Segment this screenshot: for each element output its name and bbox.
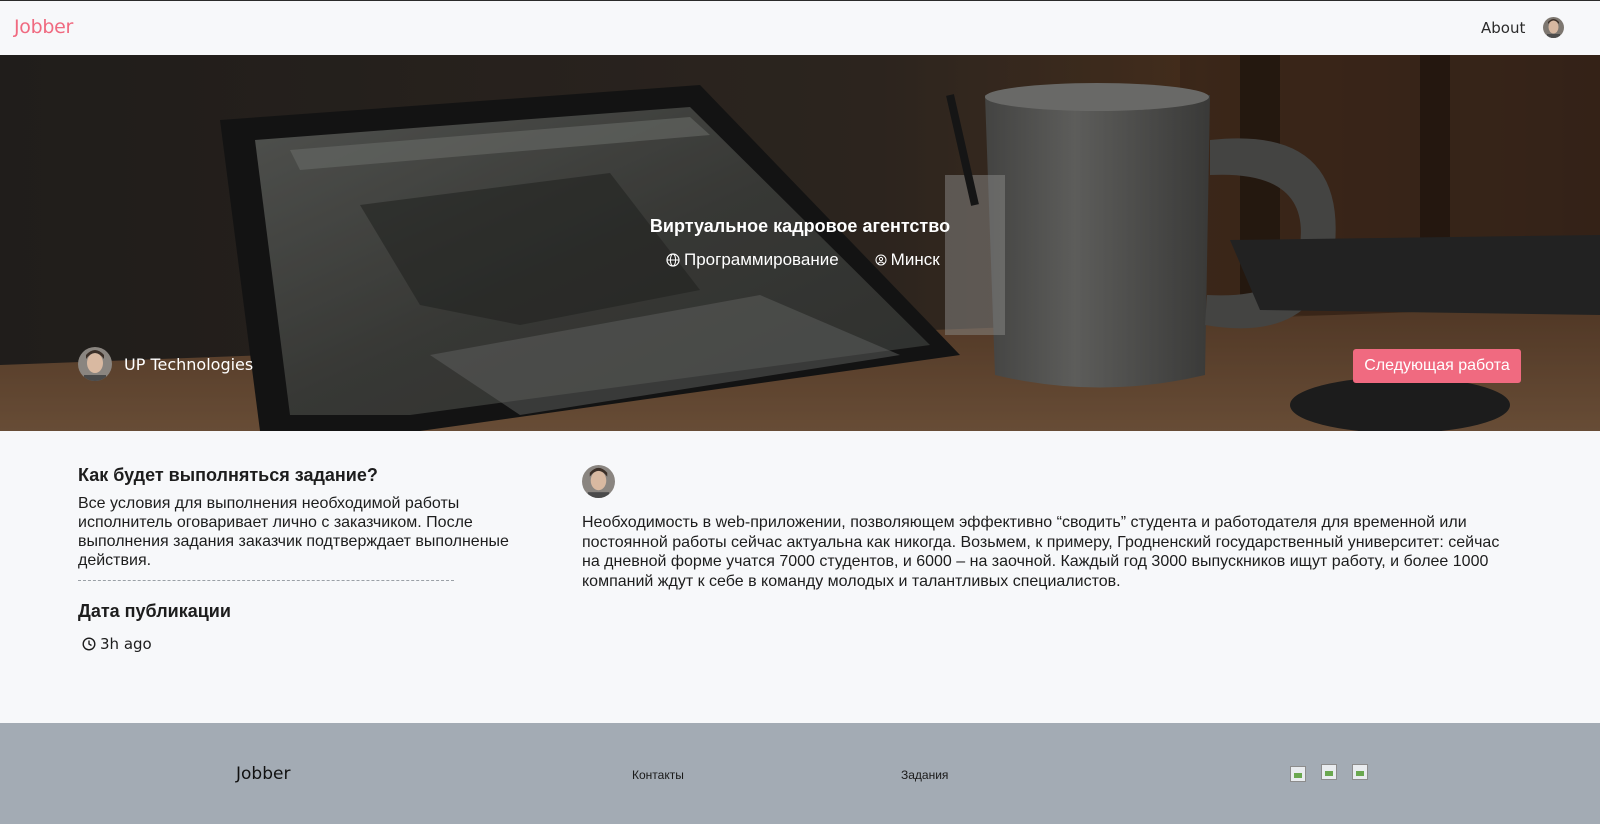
hero-banner: Виртуальное кадровое агентство Программи…: [0, 55, 1600, 431]
nav-about-link[interactable]: About: [1481, 19, 1525, 37]
footer-link-contacts[interactable]: Контакты: [632, 768, 684, 782]
footer: Jobber Контакты Задания: [0, 723, 1600, 824]
company-name[interactable]: UP Technologies: [124, 355, 253, 374]
social-icon-1-broken-image-icon[interactable]: [1290, 766, 1306, 782]
job-location: Минск: [875, 250, 940, 270]
logo[interactable]: Jobber: [14, 16, 73, 38]
company-info[interactable]: UP Technologies: [78, 347, 253, 381]
job-description: Необходимость в web-приложении, позволяю…: [582, 514, 1500, 590]
task-conditions: Как будет выполняться задание? Все услов…: [78, 465, 538, 570]
job-city-label: Минск: [890, 250, 940, 269]
social-icon-2-broken-image-icon[interactable]: [1321, 764, 1337, 780]
next-job-button[interactable]: Следующая работа: [1353, 349, 1521, 383]
globe-icon: [666, 253, 680, 267]
footer-logo[interactable]: Jobber: [236, 764, 290, 784]
publication-title: Дата публикации: [78, 601, 231, 621]
social-icons: [1290, 764, 1383, 782]
company-avatar: [78, 347, 112, 381]
location-icon: [875, 254, 887, 266]
job-category-label: Программирование: [684, 250, 839, 269]
author-avatar[interactable]: [582, 465, 615, 498]
how-text: Все условия для выполнения необходимой р…: [78, 495, 509, 569]
job-category: Программирование: [666, 250, 839, 270]
publication-time-label: 3h ago: [100, 635, 152, 653]
publication-time: 3h ago: [82, 635, 152, 653]
job-meta: Программирование Минск: [666, 250, 940, 270]
how-title: Как будет выполняться задание?: [78, 465, 378, 485]
section-divider: [78, 580, 454, 581]
social-icon-3-broken-image-icon[interactable]: [1352, 764, 1368, 780]
top-navbar: Jobber About: [0, 0, 1600, 55]
job-title: Виртуальное кадровое агентство: [649, 216, 951, 236]
footer-link-tasks[interactable]: Задания: [901, 768, 948, 782]
user-avatar[interactable]: [1543, 17, 1564, 38]
clock-icon: [82, 637, 96, 651]
